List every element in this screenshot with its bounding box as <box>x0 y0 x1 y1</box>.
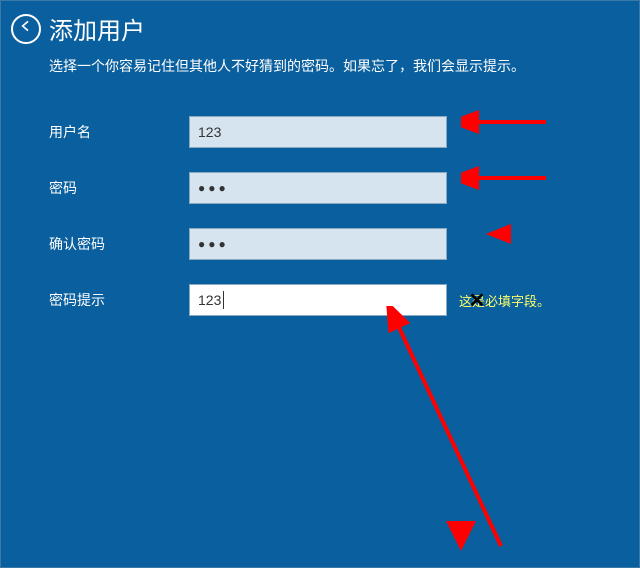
password-label: 密码 <box>49 178 189 198</box>
annotation-arrow-icon <box>481 219 521 249</box>
password-hint-label: 密码提示 <box>49 290 189 310</box>
annotation-arrow-icon <box>431 501 491 561</box>
annotation-arrow-icon <box>461 163 551 193</box>
back-button[interactable] <box>11 14 41 44</box>
username-field[interactable]: 123 <box>189 116 447 148</box>
confirm-password-field[interactable]: ●●● <box>189 228 447 260</box>
password-field[interactable]: ●●● <box>189 172 447 204</box>
text-caret <box>223 291 224 309</box>
annotation-arrow-icon <box>461 107 551 137</box>
confirm-password-label: 确认密码 <box>49 234 189 254</box>
username-label: 用户名 <box>49 122 189 142</box>
back-arrow-icon <box>18 18 34 39</box>
page-title: 添加用户 <box>49 11 145 46</box>
page-subtitle: 选择一个你容易记住但其他人不好猜到的密码。如果忘了，我们会显示提示。 <box>1 46 639 96</box>
